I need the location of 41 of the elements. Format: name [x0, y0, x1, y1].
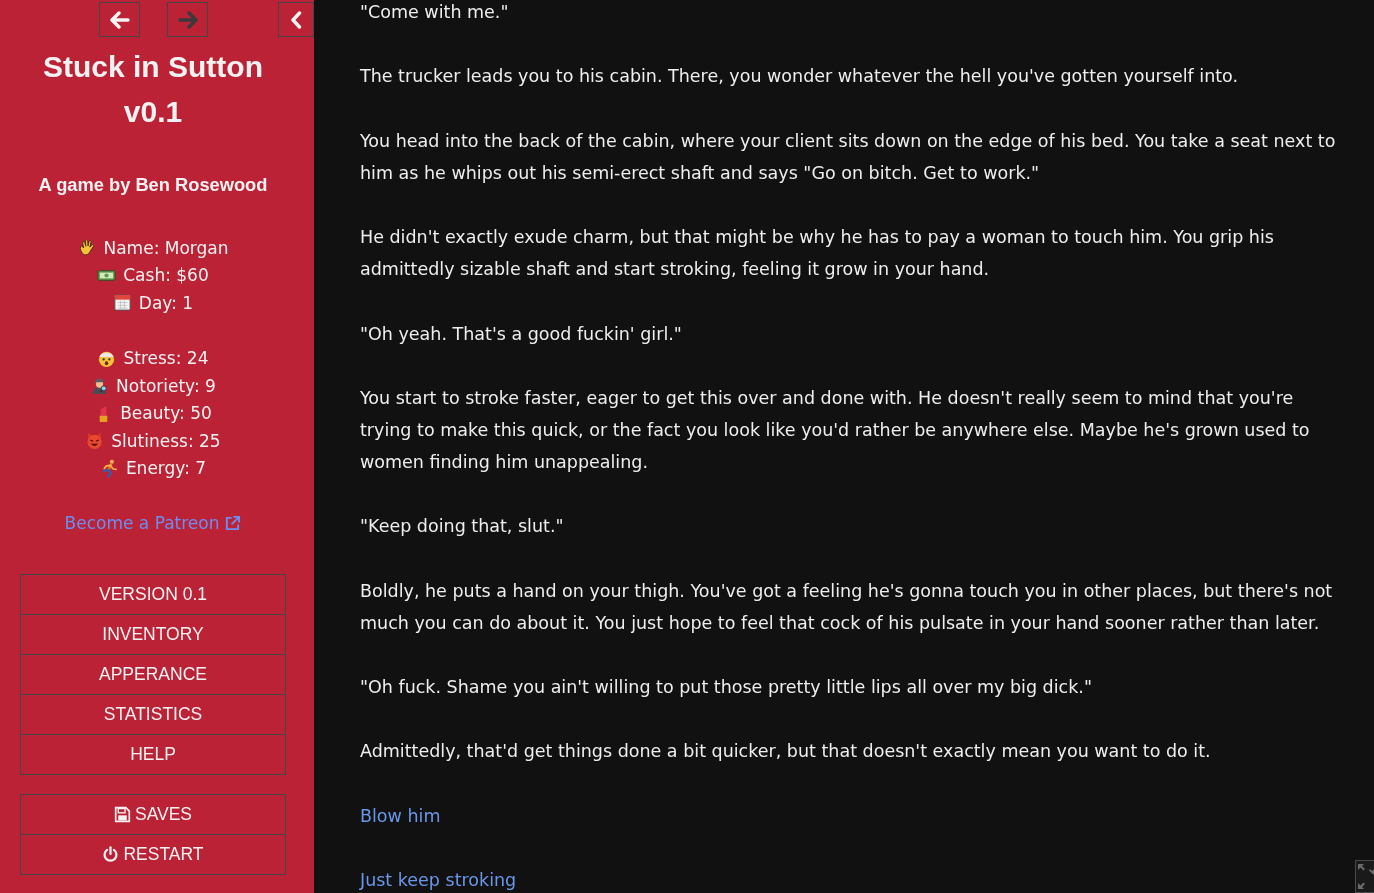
stat-text: Name: Morgan — [103, 236, 229, 259]
chevron-left-icon — [290, 10, 302, 29]
fullscreen-icon[interactable] — [1355, 860, 1374, 893]
menu-item[interactable]: APPERANCE — [20, 654, 286, 696]
devil-face-icon — [85, 431, 105, 451]
story-paragraph: "Keep doing that, slut." — [360, 515, 565, 539]
arrow-right-icon — [177, 10, 198, 29]
stat-text: Beauty: 50 — [120, 402, 212, 425]
story-paragraph: "Oh yeah. That's a good fuckin' girl." — [360, 322, 683, 346]
story-paragraph: "Oh fuck. Shame you ain't willing to put those pretty little lips all over my big dick." — [360, 676, 1093, 700]
choice-link[interactable]: Just keep stroking — [360, 870, 517, 891]
story-paragraph: Boldly, he puts a hand on your thigh. You've got a feeling he's gonna touch you in other places, but there's not much you can do about it. You just hope to feel that cock of his pulsate in your hand sooner rather than later. — [360, 579, 1334, 635]
hand-icon — [77, 238, 97, 258]
arrow-left-icon — [109, 10, 130, 29]
story-paragraph: Admittedly, that'd get things done a bit quicker, but that doesn't exactly mean you want to do it. — [360, 740, 1212, 764]
stat-text: Slutiness: 25 — [111, 429, 221, 452]
stat-text: Notoriety: 9 — [116, 374, 216, 397]
story-paragraph: "Come with me." — [360, 1, 510, 24]
external-link-icon — [224, 514, 242, 532]
collapse-sidebar-button[interactable] — [278, 2, 314, 37]
menu-item[interactable]: HELP — [20, 734, 286, 776]
story-paragraph: He didn't exactly exude charm, but that might be why he has to pay a woman to touch him. You grip his admittedly sizable shaft and start stroking, feeling it grow in your hand. — [360, 226, 1275, 282]
menu-item[interactable]: SAVES — [20, 794, 286, 836]
menu-item[interactable]: VERSION 0.1 — [20, 574, 286, 616]
stat-text: Energy: 7 — [125, 457, 207, 480]
choice-link[interactable]: Blow him — [360, 805, 441, 826]
stat-text: Stress: 24 — [123, 347, 209, 370]
power-icon — [102, 846, 120, 864]
game-title: Stuck in Sutton v0.1 — [42, 49, 264, 130]
calendar-icon — [112, 293, 132, 313]
menu-item[interactable]: RESTART — [20, 834, 286, 876]
game-subtitle: A game by Ben Rosewood — [37, 173, 269, 197]
story-paragraph: The trucker leads you to his cabin. There, you wonder whatever the hell you've gotten yourself into. — [360, 65, 1240, 89]
stat-text: Day: 1 — [138, 292, 194, 314]
menu-item[interactable]: STATISTICS — [20, 694, 286, 736]
story-paragraph: You start to stroke faster, eager to get this over and done with. He doesn't really seem to mind that you're trying to make this quick, or the fact you look like you'd rather be anywhere else. Maybe he's grown used to women finding him unappealing. — [360, 386, 1311, 475]
menu-item[interactable]: INVENTORY — [20, 614, 286, 656]
detective-icon — [90, 376, 110, 396]
back-button[interactable] — [99, 2, 140, 37]
stat-text: Cash: $60 — [123, 264, 209, 287]
story-paragraph: You head into the back of the cabin, where your client sits down on the edge of his bed. You take a seat next to him as he whips out his semi-erect shaft and says "Go on bitch. Get to work." — [360, 129, 1337, 185]
